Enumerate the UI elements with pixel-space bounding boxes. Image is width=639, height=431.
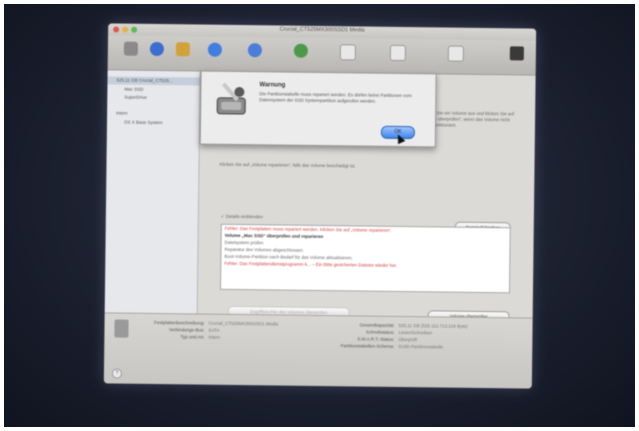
dialog-title: Warnung	[259, 82, 286, 89]
verify-icon[interactable]	[123, 41, 138, 56]
resize-image-icon[interactable]	[447, 45, 464, 62]
burn-icon[interactable]	[175, 42, 190, 57]
info-value: 525,11 GB (525.112.713.216 Byte)	[398, 322, 468, 329]
info-key: Gesamtkapazität:	[359, 322, 395, 328]
info-key: Schreibstatus:	[365, 329, 395, 335]
sidebar-item-superdrive[interactable]: SuperDrive	[124, 95, 147, 100]
eject-icon[interactable]	[247, 43, 262, 58]
log-icon[interactable]	[509, 46, 524, 61]
disk-utility-app-icon	[211, 80, 251, 120]
first-aid-description-2: Klicken Sie auf „Volume reparieren“, fal…	[219, 161, 356, 169]
warning-dialog: Warnung Die Partitionstabelle muss repar…	[199, 70, 437, 148]
info-key: Festplattenbeschreibung:	[153, 319, 205, 326]
info-value: GUID-Partitionstabelle	[398, 343, 444, 350]
window-title: Crucial_CT525MX300SSD1 Media	[279, 26, 365, 34]
info-key: Partitionstabellen-Schema:	[340, 343, 395, 349]
help-icon[interactable]: ?	[111, 368, 122, 379]
hard-disk-icon	[114, 319, 129, 338]
convert-icon[interactable]	[389, 44, 406, 62]
sidebar-item-mac-ssd[interactable]: Mac SSD	[124, 87, 143, 92]
mount-icon[interactable]	[207, 42, 222, 57]
info-value: Lesen/Schreiben	[398, 329, 433, 336]
info-icon[interactable]	[149, 41, 164, 57]
new-image-icon[interactable]	[339, 44, 356, 61]
disk-utility-window: Crucial_CT525MX300SSD1 Media 525,11 GB C…	[103, 23, 537, 389]
enable-journaling-icon[interactable]	[293, 43, 308, 58]
info-value: Intern	[208, 334, 220, 340]
info-key: Typ und Art:	[180, 334, 205, 340]
info-value: Crucial_CT525MX300SSD1 Media	[208, 320, 279, 327]
dialog-message: Die Partitionstabelle muss repariert wer…	[259, 91, 412, 104]
show-details-label: Details einblenden	[225, 213, 263, 220]
log-output: Fehler: Das Festplatten muss repariert w…	[219, 223, 511, 294]
disk-info-bar: Festplattenbeschreibung: Crucial_CT525MX…	[103, 312, 533, 389]
info-value: SATA	[208, 327, 220, 333]
info-value: Überprüft	[398, 336, 418, 343]
sidebar: 525,11 GB Crucial_CT525... Mac SSD Super…	[104, 70, 201, 314]
sidebar-item-base-system[interactable]: OS X Base System	[124, 120, 163, 125]
sidebar-item-intern[interactable]: Intern	[116, 111, 128, 116]
info-key: S.M.A.R.T.-Status:	[357, 336, 395, 342]
photo-background: Crucial_CT525MX300SSD1 Media 525,11 GB C…	[4, 4, 635, 427]
toolbar	[107, 35, 537, 76]
show-details-checkbox[interactable]: ✓ Details einblenden	[221, 214, 263, 221]
info-key: Verbindungs-Bus:	[168, 327, 205, 333]
sidebar-item-disk[interactable]: 525,11 GB Crucial_CT525...	[116, 78, 172, 84]
